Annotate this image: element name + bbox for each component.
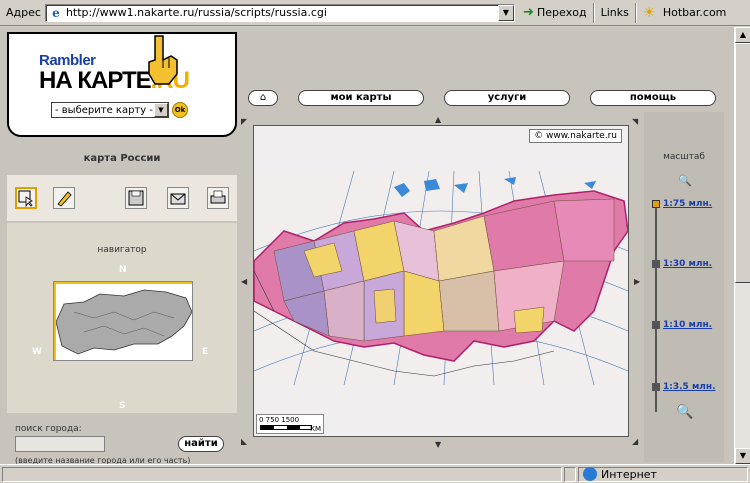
ok-button[interactable]: Ok (172, 102, 188, 118)
navigator-panel: навигатор N S W E (7, 223, 237, 413)
toolbar-separator (592, 2, 595, 23)
select-icon (18, 190, 33, 208)
my-maps-button[interactable]: мои карты (298, 90, 424, 106)
scale-option[interactable]: 1:30 млн. (652, 259, 712, 269)
pan-southwest-arrow[interactable]: ◣ (241, 437, 247, 446)
map-select[interactable]: - выберите карту - ▼ (51, 102, 169, 118)
hotbar-sun-icon: ☀ (642, 4, 656, 21)
scale-marker (652, 383, 660, 391)
mail-icon (170, 193, 186, 205)
address-label: Адрес (6, 6, 41, 19)
scroll-up-button[interactable]: ▲ (735, 27, 750, 43)
zone-label: Интернет (601, 467, 657, 481)
compass-north[interactable]: N (119, 265, 127, 275)
print-tool-button[interactable] (207, 187, 229, 209)
city-search-hint: (введите название города или его часть) (15, 456, 191, 464)
city-search-label: поиск города: (15, 424, 82, 434)
scale-bar-graphic (260, 425, 312, 430)
map-copyright: © www.nakarte.ru (529, 129, 622, 143)
go-arrow-icon: ➜ (522, 4, 534, 20)
scale-marker (652, 260, 660, 268)
tool-bar (7, 175, 237, 221)
navigator-title: навигатор (97, 245, 147, 255)
chevron-down-icon[interactable]: ▼ (154, 103, 168, 117)
services-button[interactable]: услуги (444, 90, 570, 106)
print-icon (210, 190, 226, 204)
pan-north-arrow[interactable]: ▲ (435, 115, 441, 124)
go-button[interactable]: ➜ Переход (522, 4, 587, 20)
scale-selected-marker (652, 200, 660, 208)
scale-bar-unit: КМ (309, 425, 321, 433)
home-button[interactable]: ⌂ (248, 90, 278, 106)
zoom-in-icon[interactable]: 🔍 (676, 404, 693, 420)
scale-link-30m[interactable]: 1:30 млн. (663, 259, 712, 269)
compass-west[interactable]: W (32, 347, 42, 357)
url-text[interactable]: http://www1.nakarte.ru/russia/scripts/ru… (66, 6, 498, 19)
scale-link-75m[interactable]: 1:75 млн. (663, 199, 712, 209)
scale-track (655, 202, 657, 412)
scroll-thumb[interactable] (735, 43, 750, 283)
city-search-input[interactable] (15, 436, 105, 452)
scroll-down-button[interactable]: ▼ (735, 448, 750, 464)
panel-title: карта России (83, 153, 161, 164)
home-icon: ⌂ (259, 92, 267, 103)
scale-title: масштаб (663, 152, 705, 162)
vertical-scrollbar[interactable]: ▲ ▼ (734, 27, 750, 464)
security-zone-cell: Интернет (578, 466, 748, 482)
status-text-cell (2, 466, 562, 482)
scale-option[interactable]: 1:75 млн. (652, 199, 712, 209)
compass-south[interactable]: S (119, 401, 125, 411)
zoom-out-icon[interactable]: 🔍 (678, 174, 692, 187)
scale-link-3-5m[interactable]: 1:3.5 млн. (663, 382, 716, 392)
find-button[interactable]: найти (178, 436, 224, 452)
compass-east[interactable]: E (202, 347, 208, 357)
pan-south-arrow[interactable]: ▼ (435, 440, 441, 449)
pan-west-arrow[interactable]: ◀ (241, 277, 247, 286)
links-button[interactable]: Links (601, 6, 629, 19)
pan-northwest-arrow[interactable]: ◤ (241, 117, 247, 126)
address-input[interactable]: e http://www1.nakarte.ru/russia/scripts/… (44, 3, 515, 22)
scale-bar-ticks: 0 750 1500 (259, 416, 300, 424)
map-select-value: - выберите карту - (55, 104, 153, 116)
map-scale-bar: 0 750 1500 КМ (256, 414, 324, 434)
scale-panel: масштаб 🔍 1:75 млн. 1:30 млн. 1:10 млн. … (644, 112, 724, 462)
minimap-viewport-frame[interactable] (54, 282, 192, 360)
hotbar-button[interactable]: ☀ Hotbar.com (643, 6, 727, 20)
pencil-icon (57, 191, 72, 207)
status-cell (564, 466, 576, 482)
go-label: Переход (536, 6, 587, 19)
save-icon (128, 190, 144, 206)
globe-icon (583, 467, 597, 481)
hotbar-label: Hotbar.com (662, 6, 727, 19)
ie-page-icon: e (48, 5, 63, 20)
save-tool-button[interactable] (125, 187, 147, 209)
page-content: Rambler НА КАРТЕ.RU - выберите карту - ▼… (0, 27, 734, 464)
pan-southeast-arrow[interactable]: ◢ (632, 437, 638, 446)
select-tool-button[interactable] (15, 187, 37, 209)
address-dropdown-button[interactable]: ▼ (497, 4, 514, 21)
mail-tool-button[interactable] (167, 187, 189, 209)
pointing-hand-icon (148, 35, 178, 85)
address-bar: Адрес e http://www1.nakarte.ru/russia/sc… (0, 0, 750, 26)
scale-marker (652, 321, 660, 329)
pan-northeast-arrow[interactable]: ◥ (632, 117, 638, 126)
help-button[interactable]: помощь (590, 90, 716, 106)
pan-east-arrow[interactable]: ▶ (634, 277, 640, 286)
navigator-minimap[interactable] (53, 281, 193, 361)
logo-box: Rambler НА КАРТЕ.RU - выберите карту - ▼… (7, 32, 237, 137)
scale-link-10m[interactable]: 1:10 млн. (663, 320, 712, 330)
draw-tool-button[interactable] (53, 187, 75, 209)
toolbar-separator (634, 2, 637, 23)
scale-option[interactable]: 1:10 млн. (652, 320, 712, 330)
russia-map[interactable] (254, 171, 628, 385)
map-view[interactable]: © www.nakarte.ru 0 750 1500 КМ (253, 125, 629, 437)
status-bar: Интернет (0, 464, 750, 483)
scale-option[interactable]: 1:3.5 млн. (652, 382, 716, 392)
